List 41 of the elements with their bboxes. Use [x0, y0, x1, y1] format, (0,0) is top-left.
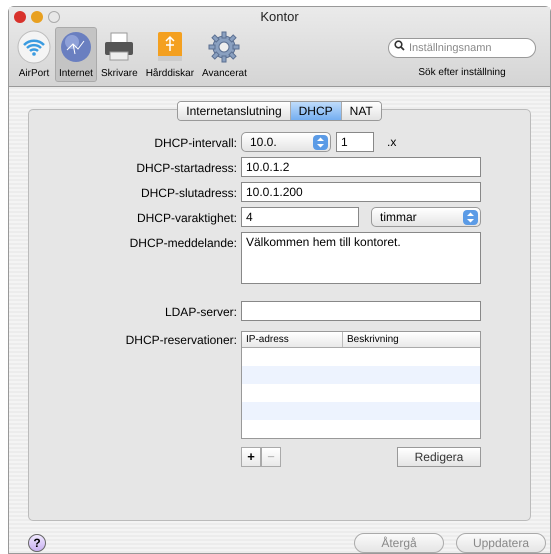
toolbar-item[interactable]: AirPort	[13, 27, 55, 82]
field-label: DHCP-varaktighet:	[136, 210, 238, 227]
input-field[interactable]: 4	[241, 207, 359, 227]
popup-menu[interactable]: timmar	[371, 207, 481, 227]
search-caption: Sök efter inställning	[418, 66, 506, 80]
field-label: LDAP-server:	[164, 304, 238, 321]
field-label: DHCP-startadress:	[135, 160, 238, 177]
popup-menu[interactable]: 10.0.	[241, 132, 331, 152]
gear-icon	[207, 30, 242, 64]
minimize-icon[interactable]	[31, 11, 43, 23]
zoom-icon[interactable]	[48, 11, 60, 23]
toolbar-item[interactable]: Hårddiskar	[142, 27, 198, 82]
field-label: DHCP-meddelande:	[128, 235, 238, 252]
toolbar-item[interactable]: Skrivare	[97, 27, 142, 82]
field-label: DHCP-intervall:	[153, 135, 238, 152]
column-header[interactable]: Beskrivning	[342, 332, 480, 347]
input-field[interactable]: 10.0.1.200	[241, 182, 481, 202]
window-title: Kontor	[260, 8, 299, 26]
input-field[interactable]	[241, 301, 481, 321]
stepper-arrows-icon	[313, 134, 328, 150]
tab[interactable]: Internetanslutning	[178, 102, 290, 120]
help-button[interactable]: ?	[28, 534, 46, 552]
text-area[interactable]: Välkommen hem till kontoret.	[241, 232, 481, 284]
close-icon[interactable]	[14, 11, 26, 23]
field-label: DHCP-slutadress:	[140, 185, 238, 202]
stepper-arrows-icon	[463, 210, 478, 224]
toolbar-item[interactable]: Internet	[55, 27, 97, 82]
column-header[interactable]: IP-adress	[242, 332, 342, 347]
globe-icon	[59, 30, 93, 64]
tab[interactable]: DHCP	[290, 102, 341, 120]
input-field[interactable]: 1	[336, 132, 374, 152]
search-field[interactable]: Inställningsnamn	[388, 38, 536, 58]
suffix-text: .x	[387, 134, 396, 151]
add-button[interactable]: +	[241, 447, 261, 467]
search-icon	[394, 40, 405, 51]
tab[interactable]: NAT	[340, 102, 381, 120]
edit-button[interactable]: Redigera	[397, 447, 481, 467]
input-field[interactable]: 10.0.1.2	[241, 157, 481, 177]
wifi-icon	[17, 30, 51, 64]
field-label: DHCP-reservationer:	[124, 332, 238, 349]
toolbar-item[interactable]: Avancerat	[198, 27, 251, 82]
